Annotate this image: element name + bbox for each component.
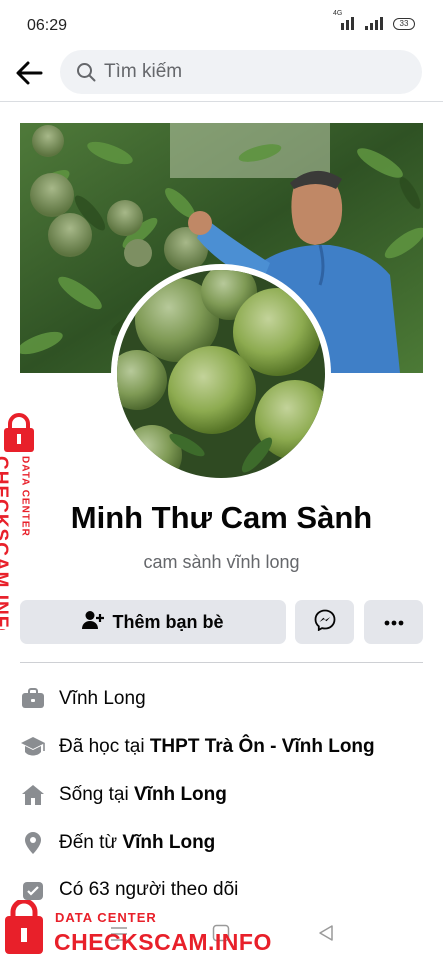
profile-name: Minh Thư Cam Sành [70, 500, 373, 535]
status-bar: 06:29 4G 33 [0, 0, 443, 48]
info-from: Đến từ Vĩnh Long [59, 832, 216, 853]
location-pin-icon [20, 830, 46, 856]
messenger-button[interactable] [295, 600, 354, 644]
signal-icon-2 [365, 16, 383, 30]
section-divider [20, 662, 423, 663]
add-person-icon [82, 610, 105, 635]
watermark-bottom: DATA CENTER CHECKSCAM.INFO [0, 898, 443, 960]
profile-avatar[interactable] [111, 264, 331, 484]
search-bar[interactable] [60, 50, 422, 94]
home-icon [20, 782, 46, 808]
info-education: Đã học tại THPT Trà Ôn - Vĩnh Long [59, 736, 375, 757]
battery-icon: 33 [393, 18, 415, 30]
search-input[interactable] [104, 50, 404, 94]
info-lives: Sống tại Vĩnh Long [59, 784, 227, 805]
status-icons: 4G 33 [333, 10, 415, 30]
nav-divider [0, 101, 443, 102]
add-friend-label: Thêm bạn bè [112, 611, 224, 632]
watermark-side: CHECKSCAM.INFO DATA CENTER [0, 410, 50, 644]
info-from-place[interactable]: Vĩnh Long [122, 832, 215, 853]
info-work: Vĩnh Long [59, 688, 146, 709]
watermark-bottom-brand: CHECKSCAM.INFO [54, 929, 272, 955]
messenger-icon [314, 609, 336, 636]
graduation-cap-icon [20, 734, 46, 760]
info-row-lives: Sống tại Vĩnh Long [20, 780, 430, 810]
info-followers[interactable]: Có 63 người theo dõi [59, 879, 238, 901]
network-type: 4G [333, 10, 343, 17]
info-row-education: Đã học tại THPT Trà Ôn - Vĩnh Long [20, 732, 430, 762]
more-dots-icon [384, 613, 404, 631]
briefcase-icon [20, 686, 46, 712]
info-education-school[interactable]: THPT Trà Ôn - Vĩnh Long [150, 736, 375, 757]
info-lives-place[interactable]: Vĩnh Long [134, 784, 227, 805]
back-arrow-icon[interactable] [14, 58, 44, 88]
more-button[interactable] [364, 600, 423, 644]
watermark-side-tagline: DATA CENTER [20, 456, 31, 537]
info-row-from: Đến từ Vĩnh Long [20, 828, 430, 858]
search-icon [76, 62, 96, 82]
signal-icon: 4G [333, 10, 359, 30]
profile-bio: cam sành vĩnh long [143, 552, 300, 572]
watermark-side-brand: CHECKSCAM.INFO [0, 456, 11, 630]
watermark-bottom-tagline: DATA CENTER [55, 910, 157, 925]
status-time: 06:29 [27, 17, 68, 34]
info-row-work: Vĩnh Long [20, 684, 430, 714]
add-friend-button[interactable]: Thêm bạn bè [20, 600, 286, 644]
top-nav [0, 48, 443, 98]
